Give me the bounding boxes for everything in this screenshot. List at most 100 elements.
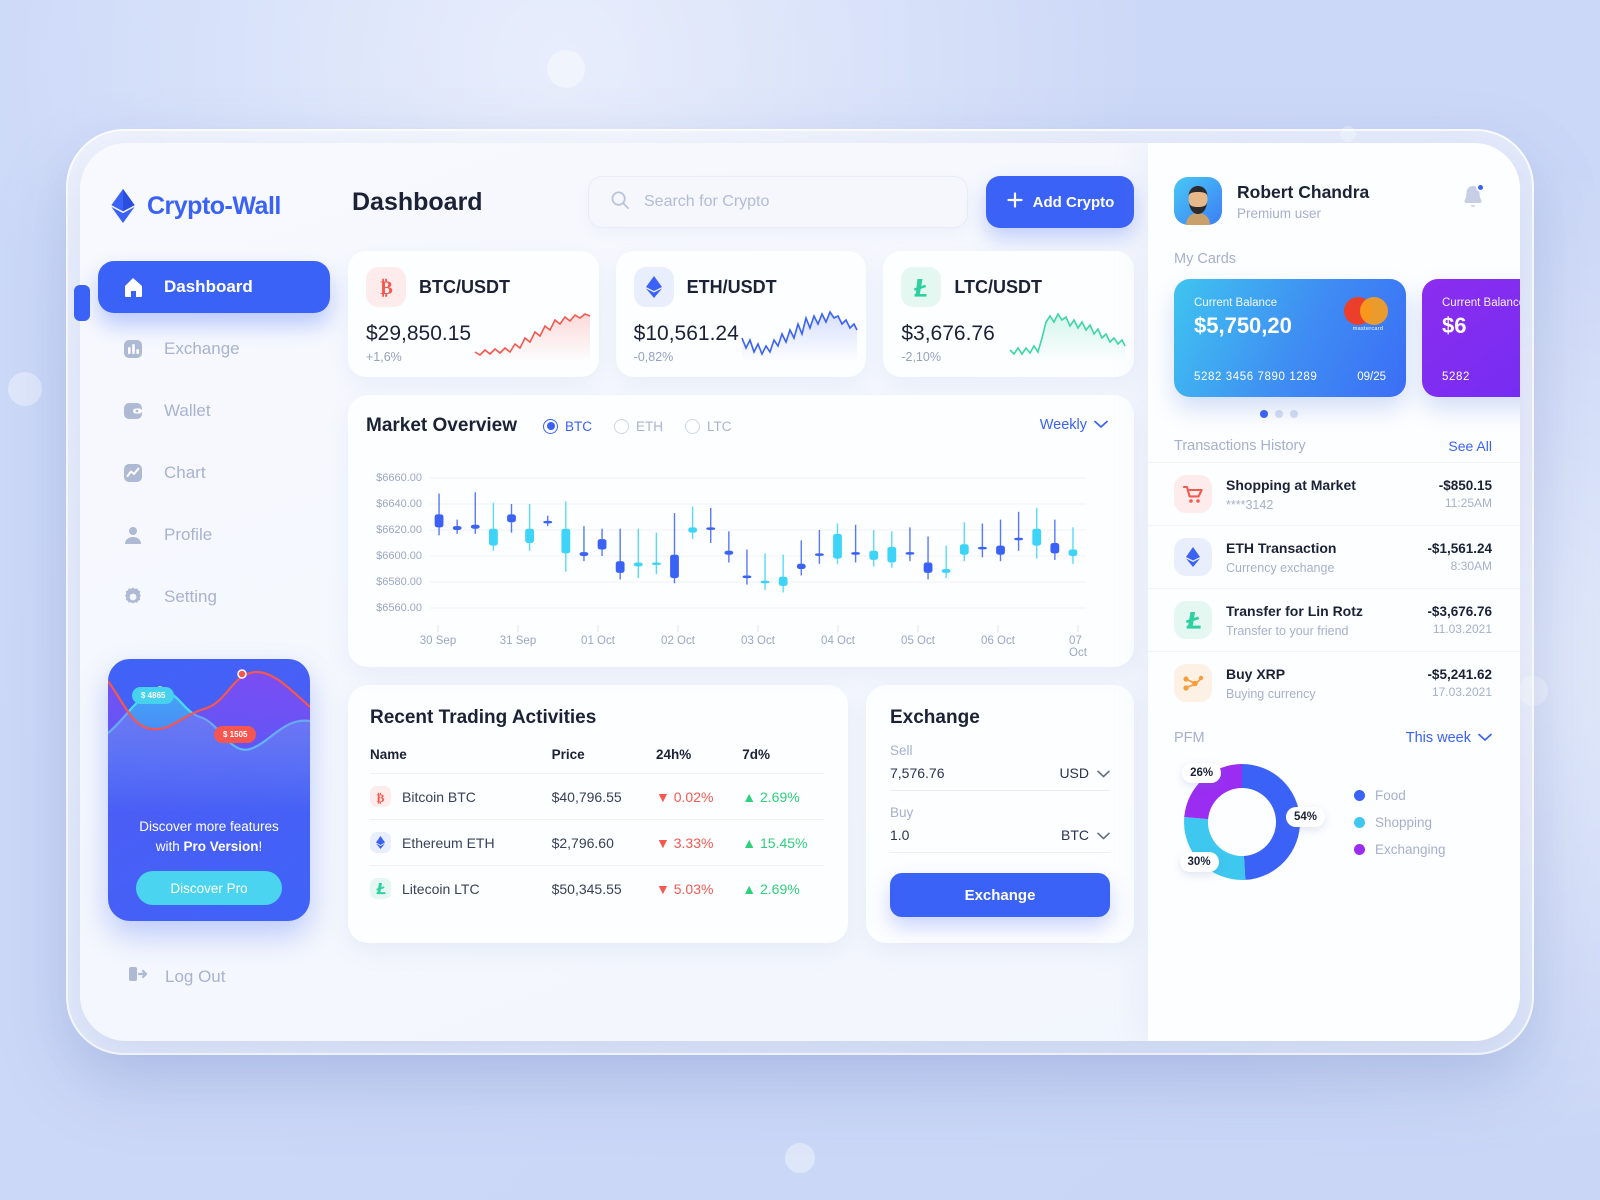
- coin-pair-label: LTC/USDT: [954, 276, 1042, 297]
- payment-card[interactable]: Current Balance $5,750,20 5282 3456 7890…: [1174, 279, 1406, 397]
- transaction-text: Buy XRP Buying currency: [1226, 666, 1413, 701]
- search-bar[interactable]: [588, 176, 968, 228]
- ripple-icon: [1174, 664, 1212, 702]
- pfm-legend-label: Food: [1375, 787, 1406, 803]
- card-balance-label: Current Balance: [1194, 297, 1278, 309]
- sidebar-item-chart[interactable]: Chart: [98, 447, 330, 499]
- market-range-dropdown[interactable]: Weekly: [1040, 417, 1108, 433]
- transaction-item[interactable]: Transfer for Lin Rotz Transfer to your f…: [1148, 588, 1520, 651]
- sidebar-item-setting[interactable]: Setting: [98, 571, 330, 623]
- sidebar: Crypto-Wall Dashboard Exchange Wallet Ch…: [80, 143, 348, 1041]
- cell-7d: ▲ 2.69%: [742, 865, 824, 911]
- sidebar-item-wallet[interactable]: Wallet: [98, 385, 330, 437]
- exchange-submit-button[interactable]: Exchange: [890, 873, 1110, 917]
- cards-carousel[interactable]: Current Balance $5,750,20 5282 3456 7890…: [1148, 279, 1520, 397]
- bottom-row: Recent Trading Activities Name Price 24h…: [348, 685, 1134, 943]
- pfm-slice-label: 30%: [1179, 852, 1219, 873]
- table-row[interactable]: Ethereum ETH $2,796.60 ▼ 3.33% ▲ 15.45%: [370, 819, 824, 866]
- pfm-range-dropdown[interactable]: This week: [1406, 730, 1492, 746]
- exchange-buy-row: 1.0 BTC: [890, 820, 1110, 853]
- add-crypto-button[interactable]: Add Crypto: [986, 176, 1134, 228]
- exchange-sell-currency-label: USD: [1059, 765, 1089, 781]
- market-filter-btc[interactable]: BTC: [543, 418, 592, 434]
- cell-price: $50,345.55: [551, 865, 656, 911]
- sidebar-item-exchange[interactable]: Exchange: [98, 323, 330, 375]
- sidebar-item-label: Wallet: [164, 401, 211, 420]
- transactions-title: Transactions History: [1174, 438, 1306, 454]
- notification-bell-button[interactable]: [1460, 183, 1486, 216]
- app-window: Crypto-Wall Dashboard Exchange Wallet Ch…: [80, 143, 1520, 1041]
- sidebar-item-dashboard[interactable]: Dashboard: [98, 261, 330, 313]
- right-panel: Robert Chandra Premium user My Cards Cur…: [1148, 143, 1520, 1041]
- carousel-dots[interactable]: [1148, 410, 1520, 418]
- market-range-label: Weekly: [1039, 417, 1087, 433]
- candlestick-chart: $6660.00 $6640.00 $6620.00 $6600.00 $6580.00…: [366, 453, 1090, 659]
- transaction-subtitle: ****3142: [1226, 497, 1274, 512]
- coin-card-btc[interactable]: ₿ BTC/USDT $29,850.15 +1,6%: [348, 251, 599, 377]
- search-input[interactable]: [644, 193, 946, 211]
- see-all-link[interactable]: See All: [1448, 438, 1492, 454]
- exchange-buy-currency-label: BTC: [1061, 827, 1089, 843]
- exchange-sell-row: 7,576.76 USD: [890, 758, 1110, 791]
- chevron-down-icon: [1097, 827, 1110, 843]
- app-logo: Crypto-Wall: [80, 143, 348, 223]
- sidebar-item-profile[interactable]: Profile: [98, 509, 330, 561]
- market-filter-label: ETH: [636, 418, 664, 434]
- radio-icon: [614, 418, 630, 434]
- line-chart-icon: [120, 460, 146, 486]
- transaction-item[interactable]: ETH Transaction Currency exchange -$1,56…: [1148, 525, 1520, 588]
- coin-card-ltc[interactable]: LTC/USDT $3,676.76 -2,10%: [883, 251, 1135, 377]
- carousel-dot[interactable]: [1275, 410, 1283, 418]
- transaction-text: ETH Transaction Currency exchange: [1226, 540, 1413, 575]
- transaction-subtitle: Transfer to your friend: [1226, 623, 1349, 638]
- payment-card[interactable]: Current Balance $6 5282: [1422, 279, 1520, 397]
- transaction-text: Transfer for Lin Rotz Transfer to your f…: [1226, 603, 1413, 638]
- transaction-meta: -$1,561.24 8:30AM: [1427, 541, 1492, 573]
- row-name-label: Litecoin LTC: [402, 880, 480, 897]
- user-profile[interactable]: Robert Chandra Premium user: [1148, 177, 1520, 225]
- transaction-time: 11:25AM: [1444, 496, 1492, 510]
- coin-card-header: ₿ BTC/USDT: [366, 267, 581, 307]
- market-filter-ltc[interactable]: LTC: [685, 418, 732, 434]
- coin-sparkline: [1008, 308, 1126, 367]
- coin-pair-label: ETH/USDT: [686, 276, 777, 297]
- top-bar: Dashboard Add Crypto: [348, 171, 1148, 233]
- discover-pro-button[interactable]: Discover Pro: [136, 871, 282, 905]
- card-balance-value: $6: [1442, 313, 1467, 338]
- chart-x-tick: 31 Sep: [499, 635, 537, 647]
- carousel-dot[interactable]: [1260, 410, 1268, 418]
- table-row[interactable]: Litecoin LTC $50,345.55 ▼ 5.03% ▲ 2.69%: [370, 865, 824, 911]
- pfm-donut-chart: 54% 30% 26%: [1174, 754, 1325, 890]
- transaction-item[interactable]: Buy XRP Buying currency -$5,241.62 17.03…: [1148, 651, 1520, 714]
- coin-pair-label: BTC/USDT: [419, 276, 510, 297]
- transaction-amount: -$850.15: [1438, 478, 1492, 493]
- bar-chart-icon: [120, 336, 146, 362]
- transaction-meta: -$3,676.76 11.03.2021: [1427, 604, 1492, 636]
- market-filter-eth[interactable]: ETH: [614, 418, 664, 434]
- transaction-text: Shopping at Market ****3142: [1226, 477, 1425, 512]
- exchange-buy-label: Buy: [890, 805, 914, 820]
- svg-text:₿: ₿: [380, 278, 393, 298]
- chart-y-tick: $6640.00: [376, 498, 422, 510]
- transaction-item[interactable]: Shopping at Market ****3142 -$850.15 11:…: [1148, 462, 1520, 525]
- table-row[interactable]: ₿ Bitcoin BTC $40,796.55 ▼ 0.02% ▲ 2.69%: [370, 773, 824, 820]
- promo-chart: [108, 659, 310, 811]
- app-logo-text: Crypto-Wall: [147, 191, 281, 220]
- pfm-legend-item: Shopping: [1354, 815, 1446, 830]
- coin-card-eth[interactable]: ETH/USDT $10,561.24 -0,82%: [615, 251, 867, 377]
- transaction-title: ETH Transaction: [1226, 539, 1337, 556]
- exchange-sell-input[interactable]: 7,576.76: [890, 765, 945, 781]
- recent-trading-panel: Recent Trading Activities Name Price 24h…: [348, 685, 848, 943]
- pfm-legend-item: Food: [1354, 788, 1446, 803]
- carousel-dot[interactable]: [1290, 410, 1298, 418]
- exchange-buy-currency-select[interactable]: BTC: [1061, 827, 1110, 843]
- exchange-buy-input[interactable]: 1.0: [890, 827, 909, 843]
- logout-button[interactable]: Log Out: [126, 963, 226, 990]
- promo-card[interactable]: $ 4865 $ 1505 Discover more features wit…: [108, 659, 310, 921]
- transaction-amount: -$5,241.62: [1427, 667, 1492, 682]
- transaction-amount: -$3,676.76: [1427, 604, 1492, 619]
- cell-name: Litecoin LTC: [370, 865, 552, 911]
- exchange-sell-currency-select[interactable]: USD: [1059, 765, 1110, 781]
- table-header-row: Name Price 24h% 7d%: [370, 747, 824, 774]
- logout-label: Log Out: [165, 966, 226, 986]
